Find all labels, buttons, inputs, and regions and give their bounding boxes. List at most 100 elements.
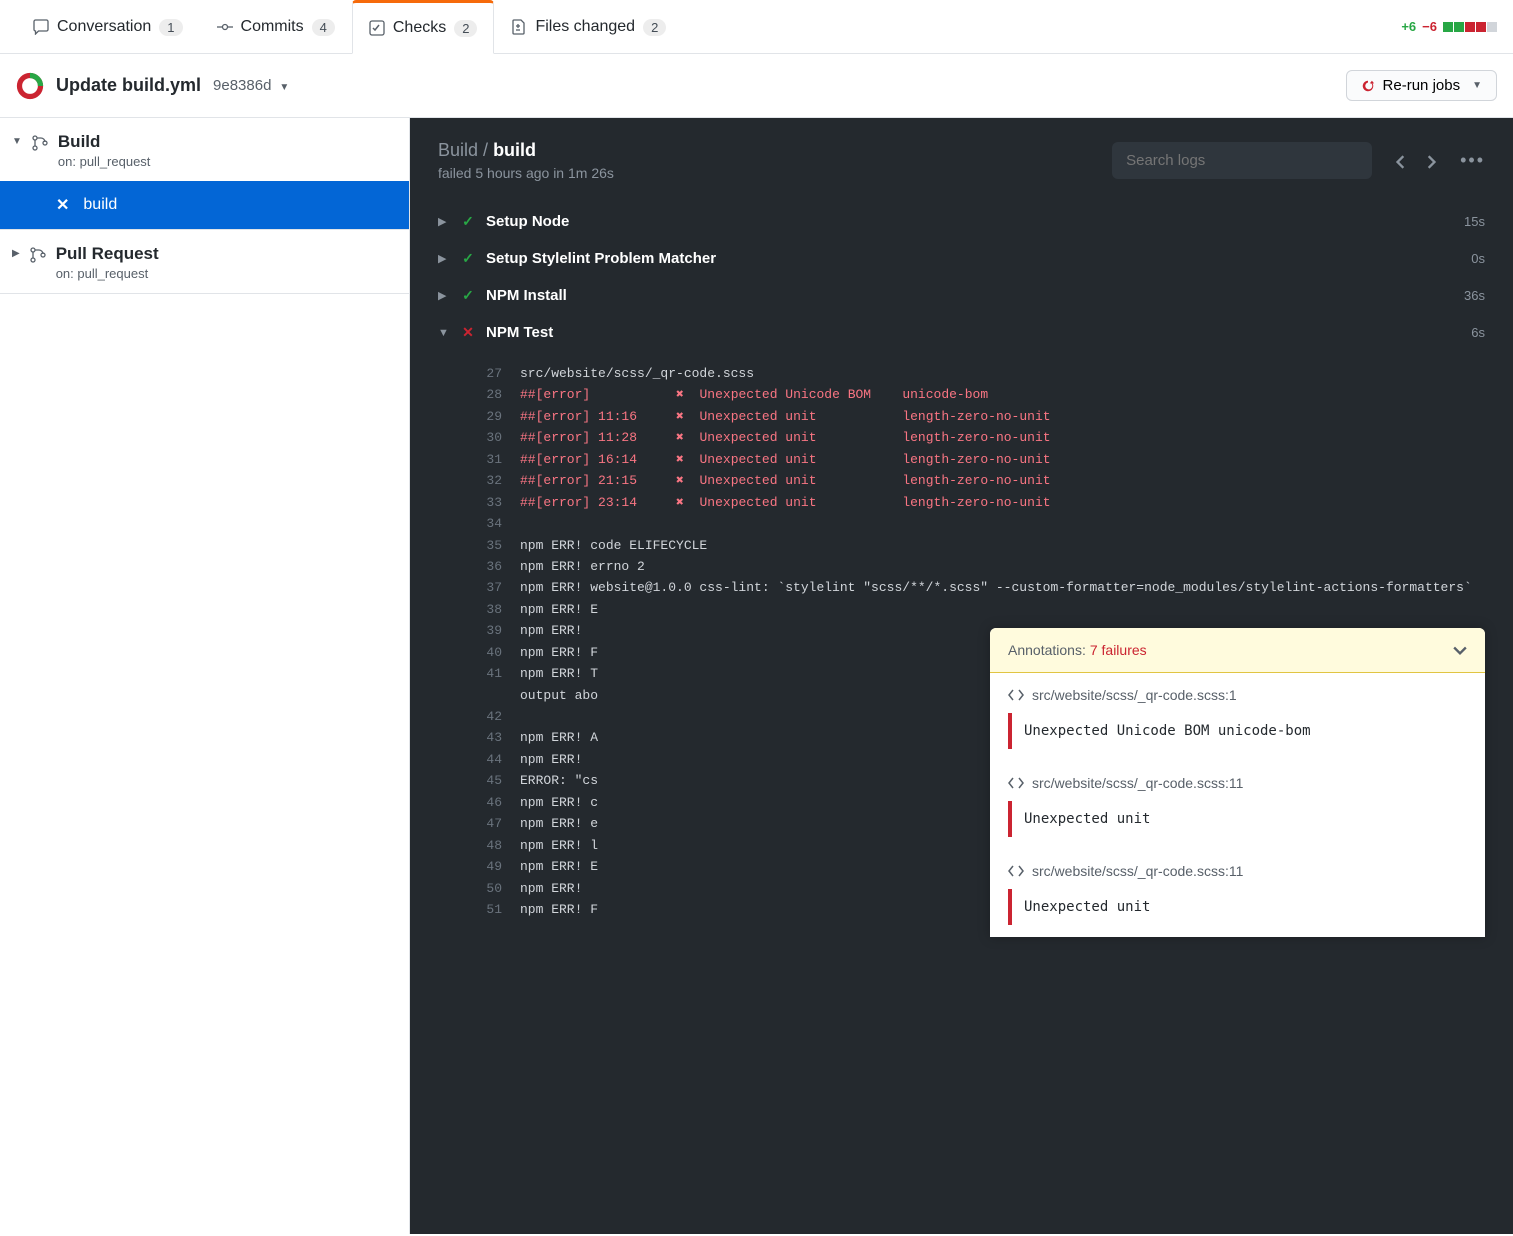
log-line: 36npm ERR! errno 2 bbox=[410, 556, 1513, 577]
line-number: 43 bbox=[466, 727, 502, 748]
triangle-icon: ▼ bbox=[438, 327, 456, 339]
diff-squares-icon bbox=[1443, 22, 1497, 32]
x-icon: ✕ bbox=[56, 195, 69, 215]
workflow-trigger: on: pull_request bbox=[58, 154, 151, 169]
next-button[interactable] bbox=[1426, 152, 1436, 168]
tab-checks[interactable]: Checks 2 bbox=[352, 0, 495, 54]
workflow-icon bbox=[30, 246, 46, 263]
commit-sha-dropdown[interactable]: 9e8386d ▼ bbox=[213, 77, 289, 94]
annotation-item[interactable]: src/website/scss/_qr-code.scss:11 Unexpec… bbox=[990, 761, 1485, 849]
log-line: 38npm ERR! E bbox=[410, 599, 1513, 620]
kebab-menu-icon[interactable]: ••• bbox=[1460, 150, 1485, 171]
tab-commits[interactable]: Commits 4 bbox=[200, 1, 352, 52]
job-status-text: failed 5 hours ago in 1m 26s bbox=[438, 165, 614, 181]
workflow-name: Pull Request bbox=[56, 244, 159, 264]
line-number: 30 bbox=[466, 427, 502, 448]
line-number: 39 bbox=[466, 620, 502, 641]
annotation-file: src/website/scss/_qr-code.scss:11 bbox=[1008, 863, 1467, 879]
annotation-item[interactable]: src/website/scss/_qr-code.scss:11 Unexpec… bbox=[990, 849, 1485, 937]
step-row[interactable]: ▼✕NPM Test6s bbox=[410, 314, 1513, 351]
line-number: 44 bbox=[466, 749, 502, 770]
commit-icon bbox=[217, 18, 233, 36]
annotation-message: Unexpected unit bbox=[1008, 801, 1467, 837]
annotation-message: Unexpected Unicode BOM unicode-bom bbox=[1008, 713, 1467, 749]
line-number: 46 bbox=[466, 792, 502, 813]
line-number: 49 bbox=[466, 856, 502, 877]
line-number: 37 bbox=[466, 577, 502, 598]
step-row[interactable]: ▶✓Setup Node15s bbox=[410, 203, 1513, 240]
diff-stats: +6 −6 bbox=[1401, 19, 1497, 34]
log-line: 29##[error] 11:16 ✖ Unexpected unit leng… bbox=[410, 406, 1513, 427]
line-number: 50 bbox=[466, 878, 502, 899]
step-name: NPM Install bbox=[486, 287, 567, 304]
tab-label: Conversation bbox=[57, 18, 151, 36]
line-number: 36 bbox=[466, 556, 502, 577]
checklist-icon bbox=[369, 19, 385, 37]
file-diff-icon bbox=[511, 18, 527, 36]
search-logs-input[interactable] bbox=[1112, 142, 1372, 179]
step-duration: 0s bbox=[1471, 251, 1485, 266]
line-number: 45 bbox=[466, 770, 502, 791]
step-row[interactable]: ▶✓NPM Install36s bbox=[410, 277, 1513, 314]
line-number: 33 bbox=[466, 492, 502, 513]
sync-icon bbox=[1361, 77, 1375, 94]
log-line: 27src/website/scss/_qr-code.scss bbox=[410, 363, 1513, 384]
tab-files-changed[interactable]: Files changed 2 bbox=[494, 1, 683, 52]
step-name: NPM Test bbox=[486, 324, 553, 341]
x-icon: ✕ bbox=[456, 324, 480, 341]
line-number: 28 bbox=[466, 384, 502, 405]
step-name: Setup Stylelint Problem Matcher bbox=[486, 250, 716, 267]
line-number: 27 bbox=[466, 363, 502, 384]
step-name: Setup Node bbox=[486, 213, 569, 230]
log-line: 34 bbox=[410, 513, 1513, 534]
tab-count: 4 bbox=[312, 19, 335, 36]
triangle-down-icon: ▼ bbox=[12, 136, 22, 147]
tab-conversation[interactable]: Conversation 1 bbox=[16, 1, 200, 52]
status-ring-icon bbox=[16, 72, 44, 100]
line-number: 32 bbox=[466, 470, 502, 491]
check-title: Update build.yml bbox=[56, 75, 201, 96]
rerun-jobs-button[interactable]: Re-run jobs ▼ bbox=[1346, 70, 1497, 101]
line-number: 41 bbox=[466, 663, 502, 684]
line-number: 34 bbox=[466, 513, 502, 534]
workflow-header-build[interactable]: ▼ Build on: pull_request bbox=[0, 118, 409, 181]
log-line: 35npm ERR! code ELIFECYCLE bbox=[410, 535, 1513, 556]
code-icon bbox=[1008, 863, 1024, 879]
workflow-sidebar: ▼ Build on: pull_request ✕ build ▶ Pull … bbox=[0, 118, 410, 1234]
workflow-trigger: on: pull_request bbox=[56, 266, 159, 281]
log-line: 32##[error] 21:15 ✖ Unexpected unit leng… bbox=[410, 470, 1513, 491]
annotations-label: Annotations: bbox=[1008, 642, 1086, 658]
line-number bbox=[466, 685, 502, 706]
breadcrumb-current: build bbox=[493, 140, 536, 160]
check-icon: ✓ bbox=[456, 250, 480, 267]
workflow-header-pull-request[interactable]: ▶ Pull Request on: pull_request bbox=[0, 230, 409, 293]
step-row[interactable]: ▶✓Setup Stylelint Problem Matcher0s bbox=[410, 240, 1513, 277]
triangle-icon: ▶ bbox=[438, 215, 456, 228]
annotation-file: src/website/scss/_qr-code.scss:11 bbox=[1008, 775, 1467, 791]
line-number: 51 bbox=[466, 899, 502, 920]
job-log-panel: Build / build failed 5 hours ago in 1m 2… bbox=[410, 118, 1513, 1234]
diff-additions: +6 bbox=[1401, 19, 1416, 34]
log-nav bbox=[1396, 152, 1436, 168]
code-icon bbox=[1008, 687, 1024, 703]
triangle-icon: ▶ bbox=[438, 289, 456, 302]
line-number: 40 bbox=[466, 642, 502, 663]
annotation-item[interactable]: src/website/scss/_qr-code.scss:1Unexpect… bbox=[990, 673, 1485, 761]
rerun-label: Re-run jobs bbox=[1383, 77, 1461, 94]
annotation-message: Unexpected unit bbox=[1008, 889, 1467, 925]
triangle-right-icon: ▶ bbox=[12, 248, 20, 259]
diff-deletions: −6 bbox=[1422, 19, 1437, 34]
comment-icon bbox=[33, 18, 49, 36]
breadcrumb-parent: Build bbox=[438, 140, 478, 160]
job-item-build[interactable]: ✕ build bbox=[0, 181, 409, 229]
log-line: 37npm ERR! website@1.0.0 css-lint: `styl… bbox=[410, 577, 1513, 598]
annotations-header[interactable]: Annotations: 7 failures bbox=[990, 628, 1485, 673]
line-number: 47 bbox=[466, 813, 502, 834]
chevron-down-icon[interactable] bbox=[1453, 642, 1467, 658]
tab-label: Commits bbox=[241, 18, 304, 36]
line-number: 29 bbox=[466, 406, 502, 427]
log-line: 31##[error] 16:14 ✖ Unexpected unit leng… bbox=[410, 449, 1513, 470]
prev-button[interactable] bbox=[1396, 152, 1406, 168]
tab-count: 2 bbox=[643, 19, 666, 36]
line-number: 38 bbox=[466, 599, 502, 620]
